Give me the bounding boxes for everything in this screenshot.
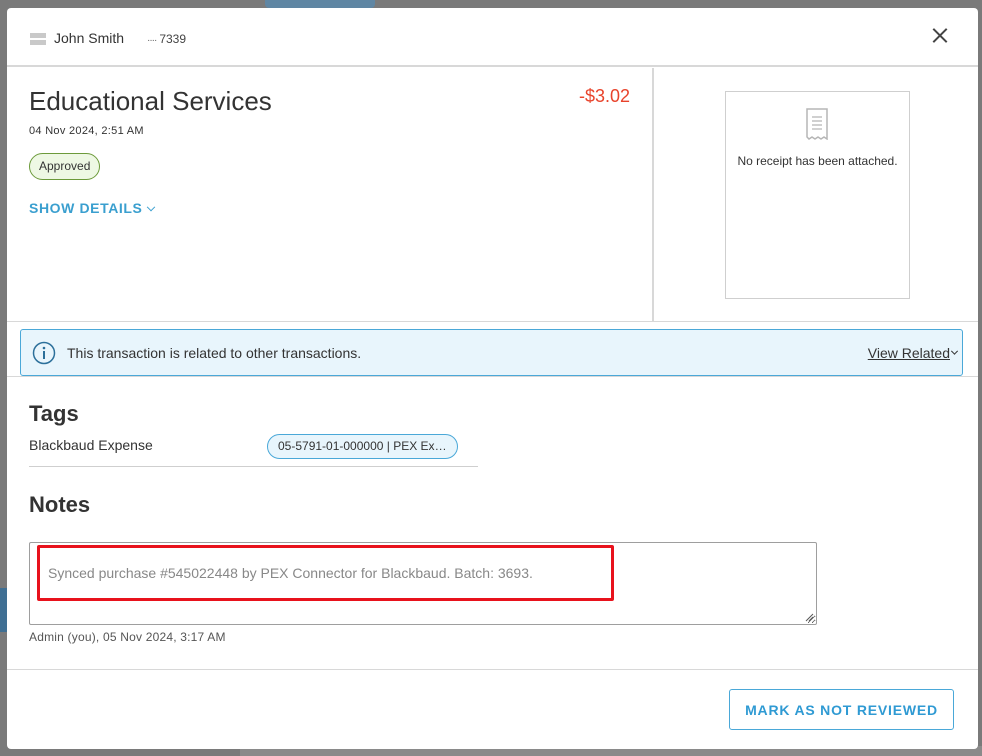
notes-textarea[interactable]: Synced purchase #545022448 by PEX Connec… (29, 542, 817, 625)
info-icon (32, 341, 56, 365)
receipt-pane: No receipt has been attached. (652, 68, 978, 322)
tag-label: Blackbaud Expense (29, 437, 153, 453)
transaction-summary: Educational Services -$3.02 04 Nov 2024,… (7, 68, 652, 322)
view-related-link[interactable]: View Related (867, 345, 959, 361)
notes-title: Notes (29, 492, 91, 517)
show-details-label: SHOW DETAILS (29, 200, 143, 216)
receipt-empty-text: No receipt has been attached. (737, 154, 898, 168)
receipt-icon (806, 108, 828, 140)
transaction-modal: John Smith ···· 7339 Educational Services… (7, 8, 978, 749)
divider (7, 376, 978, 377)
chevron-down-icon (950, 347, 959, 355)
merchant-name: Educational Services (29, 86, 272, 116)
transaction-date: 04 Nov 2024, 2:51 AM (29, 125, 144, 137)
related-transactions-banner: This transaction is related to other tra… (20, 329, 963, 376)
view-related-label: View Related (867, 345, 950, 361)
close-icon[interactable] (929, 25, 951, 47)
card-dots: ···· (147, 35, 157, 46)
tags-title: Tags (29, 401, 79, 426)
note-author-timestamp: Admin (you), 05 Nov 2024, 3:17 AM (29, 630, 226, 644)
status-badge: Approved (29, 153, 101, 180)
modal-header: John Smith ···· 7339 (7, 8, 978, 67)
cardholder-name: John Smith (54, 30, 125, 46)
show-details-button[interactable]: SHOW DETAILS (29, 200, 155, 216)
card-number: ···· 7339 (147, 32, 186, 46)
tag-value-chip[interactable]: 05-5791-01-000000 | PEX Expense (267, 434, 458, 459)
footer-divider (7, 669, 978, 670)
receipt-dropzone[interactable]: No receipt has been attached. (725, 91, 910, 299)
tags-underline (29, 466, 478, 467)
related-message: This transaction is related to other tra… (67, 345, 362, 361)
transaction-amount: -$3.02 (578, 86, 630, 106)
background-tab (265, 0, 375, 8)
divider (7, 321, 978, 322)
card-last4: 7339 (159, 32, 187, 46)
chevron-down-icon (146, 202, 155, 212)
credit-card-icon (30, 33, 46, 45)
mark-as-not-reviewed-button[interactable]: MARK AS NOT REVIEWED (729, 689, 954, 730)
